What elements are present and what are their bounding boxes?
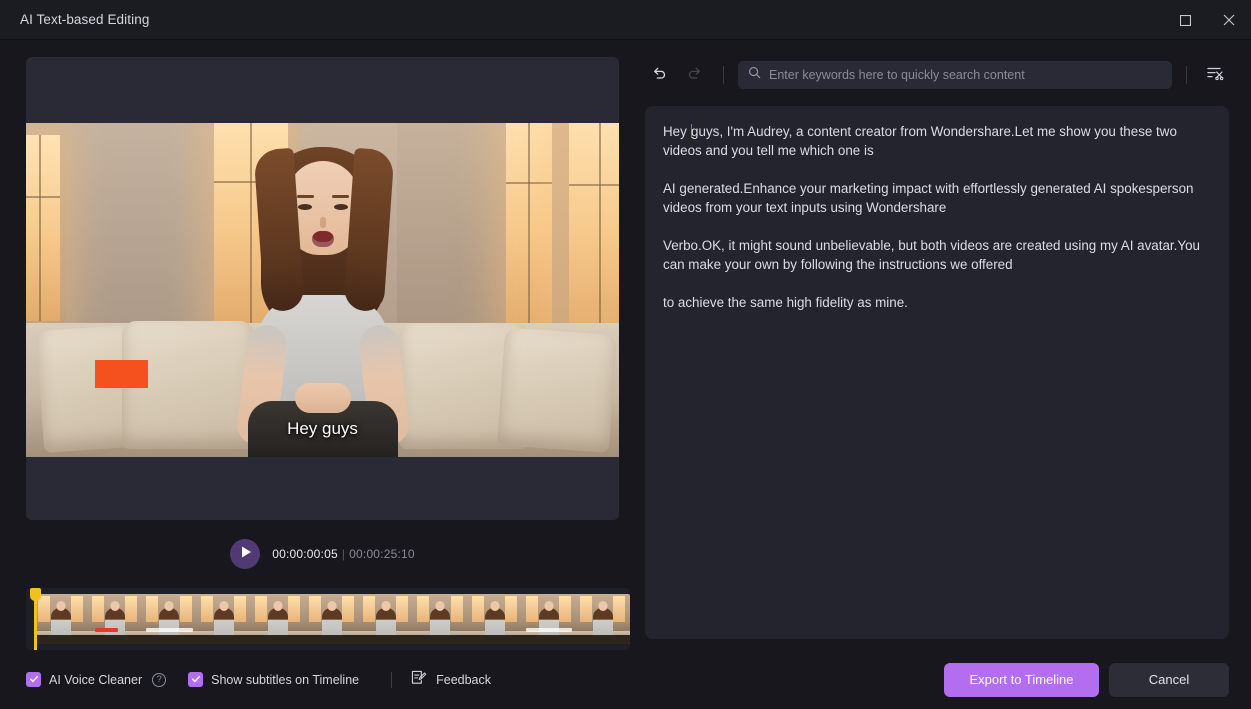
undo-button[interactable] — [645, 61, 673, 89]
scene-window-pane-1 — [26, 135, 60, 321]
window-controls — [1163, 0, 1251, 40]
playhead-handle[interactable] — [30, 588, 41, 601]
main-body: Hey guys 00:00:00:05 | 00:00:25:10 Enter… — [0, 40, 1251, 650]
presenter-nose — [319, 217, 326, 228]
timeline-thumbnail[interactable] — [250, 594, 305, 644]
timeline-thumbnail[interactable] — [413, 594, 468, 644]
export-to-timeline-button[interactable]: Export to Timeline — [944, 662, 1099, 697]
toolbar-divider-2 — [1186, 66, 1187, 84]
footer-actions: Export to Timeline Cancel — [944, 662, 1229, 697]
presenter-brow — [331, 195, 349, 198]
feedback-button[interactable]: Feedback — [410, 669, 491, 691]
timeline-thumbnail[interactable] — [359, 594, 414, 644]
maximize-icon — [1179, 14, 1191, 26]
remove-filler-words-button[interactable] — [1201, 61, 1229, 89]
redo-icon — [687, 65, 703, 86]
overlay-orange-rectangle — [95, 360, 148, 388]
text-scissors-icon — [1206, 64, 1224, 87]
video-preview[interactable]: Hey guys — [26, 57, 619, 520]
search-input[interactable] — [769, 68, 1162, 82]
thumbnail-strip — [34, 594, 630, 644]
feedback-label: Feedback — [436, 672, 492, 687]
timecode-separator: | — [341, 547, 346, 561]
ai-voice-cleaner-checkbox[interactable] — [26, 672, 41, 687]
transport-bar: 00:00:00:05 | 00:00:25:10 — [26, 528, 619, 580]
timeline-thumbnail[interactable] — [575, 594, 630, 644]
presenter-eye — [333, 204, 348, 210]
timeline-strip[interactable] — [26, 588, 630, 650]
toolbar-divider — [723, 66, 724, 84]
check-icon — [29, 671, 39, 689]
ai-text-based-editing-window: AI Text-based Editing Hey guys 00:00:00:… — [0, 0, 1251, 709]
check-icon — [191, 671, 201, 689]
close-icon — [1223, 14, 1235, 26]
transcript-paragraph-4[interactable]: to achieve the same high fidelity as min… — [663, 293, 1215, 312]
timeline-thumbnail[interactable] — [34, 594, 89, 644]
scene-window-pane-4 — [569, 123, 619, 339]
search-icon — [748, 66, 761, 84]
search-box[interactable] — [738, 61, 1172, 89]
close-button[interactable] — [1207, 0, 1251, 40]
play-button[interactable] — [230, 539, 261, 569]
total-time: 00:00:25:10 — [349, 547, 415, 561]
undo-icon — [651, 65, 667, 86]
timeline-playhead[interactable] — [30, 588, 41, 650]
timecode-display: 00:00:00:05 | 00:00:25:10 — [272, 547, 415, 561]
cancel-button[interactable]: Cancel — [1109, 662, 1229, 697]
transcript-text-before-caret: Hey — [663, 124, 691, 139]
preview-column: Hey guys 00:00:00:05 | 00:00:25:10 — [0, 40, 631, 650]
presenter-eye — [297, 204, 312, 210]
timeline-thumbnail[interactable] — [142, 594, 197, 644]
scene-window-pane-3 — [506, 123, 552, 333]
show-subtitles-label: Show subtitles on Timeline — [211, 672, 360, 687]
presenter-brow — [296, 195, 314, 198]
video-scene: Hey guys — [26, 123, 619, 457]
titlebar: AI Text-based Editing — [0, 0, 1251, 40]
document-edit-icon — [410, 669, 427, 691]
window-title: AI Text-based Editing — [20, 12, 150, 27]
transcript-editor[interactable]: Hey guys, I'm Audrey, a content creator … — [645, 106, 1229, 639]
help-circle-icon[interactable]: ? — [152, 672, 167, 687]
timeline-thumbnail[interactable] — [88, 594, 143, 644]
redo-button[interactable] — [681, 61, 709, 89]
transcript-text-after-caret: guys, I'm Audrey, a content creator from… — [663, 124, 1177, 158]
footer-divider — [391, 671, 393, 688]
presenter-mouth — [311, 231, 334, 247]
ai-voice-cleaner-label: AI Voice Cleaner — [49, 672, 143, 687]
footer-bar: AI Voice Cleaner ? Show subtitles on Tim… — [0, 650, 1251, 709]
video-subtitle: Hey guys — [287, 419, 358, 438]
timeline-thumbnail[interactable] — [467, 594, 522, 644]
transcript-toolbar — [645, 54, 1229, 96]
play-icon — [239, 545, 252, 563]
current-time: 00:00:00:05 — [272, 547, 338, 561]
show-subtitles-checkbox[interactable] — [188, 671, 204, 689]
maximize-button[interactable] — [1163, 0, 1207, 40]
video-frame: Hey guys — [26, 123, 619, 457]
timeline-thumbnail[interactable] — [196, 594, 251, 644]
transcript-column: Hey guys, I'm Audrey, a content creator … — [631, 40, 1251, 650]
scene-presenter — [218, 123, 428, 457]
ai-voice-cleaner-option[interactable]: AI Voice Cleaner ? — [26, 672, 167, 687]
timeline-thumbnail[interactable] — [304, 594, 360, 644]
timeline-thumbnail[interactable] — [521, 594, 576, 644]
show-subtitles-option[interactable]: Show subtitles on Timeline — [188, 672, 359, 687]
transcript-paragraph-1[interactable]: Hey guys, I'm Audrey, a content creator … — [663, 122, 1215, 160]
transcript-paragraph-3[interactable]: Verbo.OK, it might sound unbelievable, b… — [663, 236, 1215, 274]
presenter-hands — [294, 383, 351, 413]
footer-options: AI Voice Cleaner ? Show subtitles on Tim… — [26, 669, 491, 691]
transcript-paragraph-2[interactable]: AI generated.Enhance your marketing impa… — [663, 179, 1215, 217]
